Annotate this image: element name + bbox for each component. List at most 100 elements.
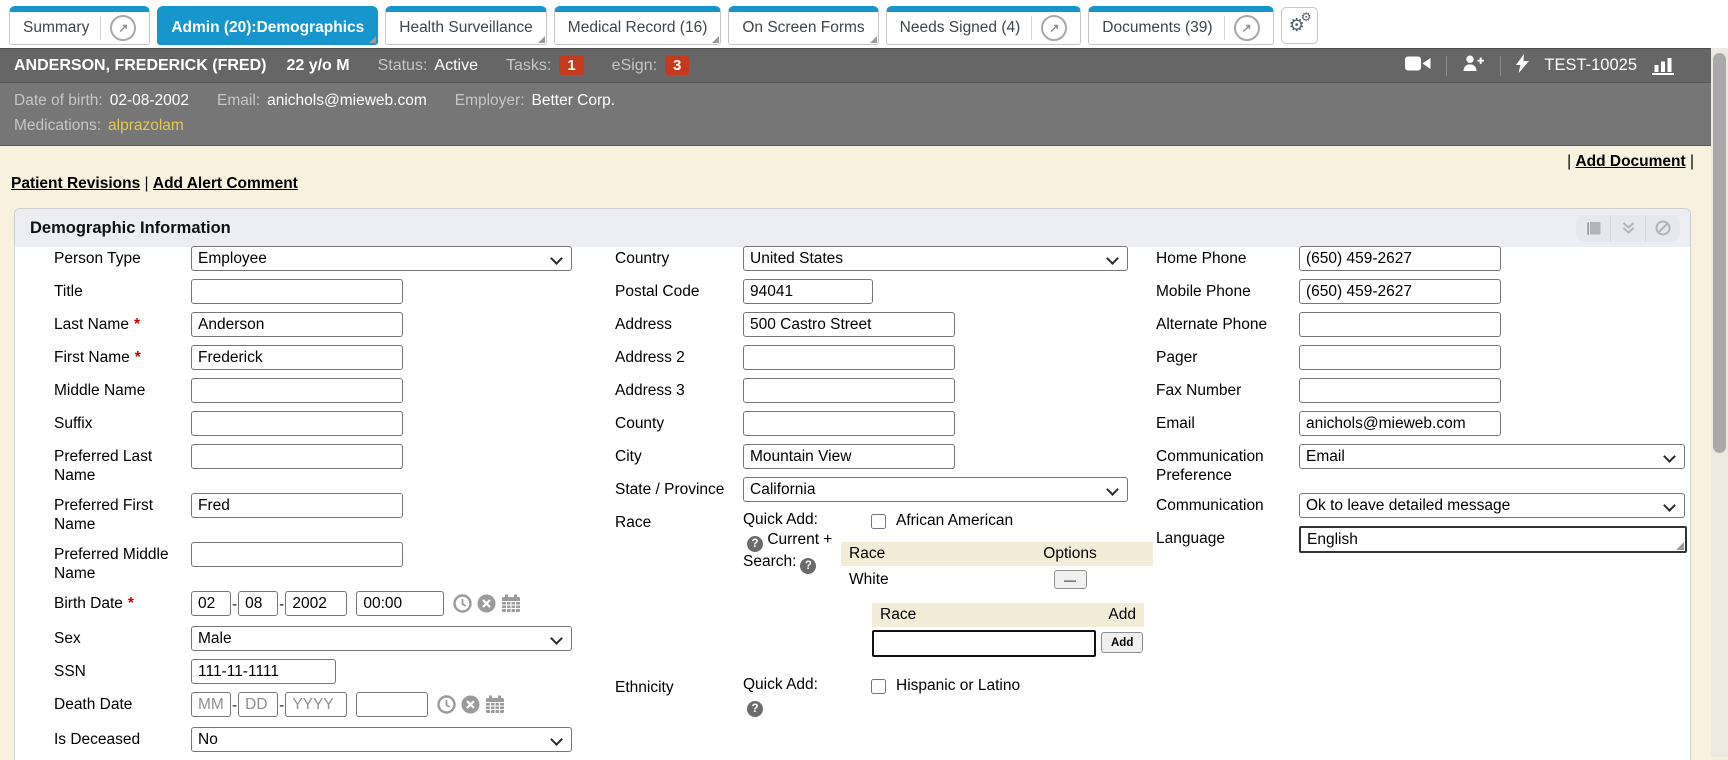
flowsheet-chart-icon[interactable]	[1652, 57, 1674, 75]
esign-count-badge[interactable]: 3	[665, 56, 689, 75]
tab-on-screen-forms[interactable]: On Screen Forms	[728, 6, 878, 45]
state-label: State / Province	[615, 477, 725, 499]
birth-year-input[interactable]	[285, 591, 347, 616]
lightning-icon[interactable]	[1516, 54, 1529, 78]
tab-needs-signed[interactable]: Needs Signed (4)	[886, 6, 1082, 45]
tab-admin-demographics[interactable]: Admin (20):Demographics	[157, 6, 378, 45]
required-asterisk: *	[135, 349, 141, 366]
death-year-input[interactable]	[285, 692, 347, 717]
video-camera-icon[interactable]	[1405, 55, 1431, 77]
sex-select[interactable]: Male	[191, 626, 572, 651]
demographic-information-panel: Demographic Information Person Type Empl…	[14, 208, 1691, 760]
race-table-header: Race Options	[841, 542, 1153, 566]
communication-preference-select[interactable]: Email	[1299, 444, 1685, 469]
email-input[interactable]	[1299, 411, 1501, 436]
first-name-input[interactable]	[191, 345, 403, 370]
add-person-icon[interactable]	[1462, 55, 1485, 77]
last-name-input[interactable]	[191, 312, 403, 337]
tab-health-surveillance[interactable]: Health Surveillance	[385, 6, 547, 45]
title-input[interactable]	[191, 279, 403, 304]
help-icon[interactable]	[747, 701, 763, 717]
tasks-count-badge[interactable]: 1	[559, 56, 583, 75]
mobile-phone-input[interactable]	[1299, 279, 1501, 304]
help-icon[interactable]	[800, 558, 816, 574]
email-row: Email	[1156, 411, 1726, 436]
death-month-input[interactable]	[191, 692, 231, 717]
person-type-select[interactable]: Employee	[191, 246, 572, 271]
race-table-row: White —	[841, 566, 1153, 593]
revision-book-icon[interactable]	[1576, 215, 1610, 242]
tab-documents[interactable]: Documents (39)	[1088, 6, 1273, 45]
vertical-scrollbar[interactable]	[1711, 48, 1728, 757]
death-time-input[interactable]	[356, 692, 428, 717]
add-alert-comment-link[interactable]: Add Alert Comment	[153, 175, 298, 192]
remove-race-button[interactable]: —	[1054, 570, 1087, 589]
communication-preference-label: Communication Preference	[1156, 444, 1272, 485]
ethnicity-quick-checkbox-row: Hispanic or Latino	[871, 675, 1153, 695]
form-column-left: Person Type Employee Title Last Name* Fi…	[54, 246, 599, 760]
middle-name-input[interactable]	[191, 378, 403, 403]
person-type-label: Person Type	[54, 246, 191, 268]
postal-code-input[interactable]	[743, 279, 873, 304]
patient-name: ANDERSON, FREDERICK (FRED)	[14, 57, 266, 75]
popout-icon[interactable]	[1234, 15, 1260, 41]
ethnicity-row: Ethnicity Quick Add: Hispanic or Latino	[615, 675, 1160, 717]
collapse-double-chevron-icon[interactable]	[1610, 215, 1645, 242]
tab-divider	[1224, 16, 1225, 40]
state-select[interactable]: California	[743, 477, 1128, 502]
birth-month-input[interactable]	[191, 591, 231, 616]
address2-input[interactable]	[743, 345, 955, 370]
clear-x-circle-icon[interactable]	[477, 594, 496, 618]
communication-select[interactable]: Ok to leave detailed message	[1299, 493, 1685, 518]
address-input[interactable]	[743, 312, 955, 337]
calendar-icon[interactable]	[485, 695, 505, 719]
form-column-middle: Country United States Postal Code Addres…	[615, 246, 1160, 725]
home-phone-input[interactable]	[1299, 246, 1501, 271]
birth-day-input[interactable]	[238, 591, 278, 616]
alternate-phone-input[interactable]	[1299, 312, 1501, 337]
tab-medical-record[interactable]: Medical Record (16)	[554, 6, 722, 45]
preferred-last-name-input[interactable]	[191, 444, 403, 469]
tab-summary[interactable]: Summary	[9, 6, 150, 45]
tab-bar: Summary Admin (20):Demographics Health S…	[0, 0, 1728, 48]
hispanic-or-latino-checkbox[interactable]	[871, 679, 886, 694]
add-document-link[interactable]: Add Document	[1575, 153, 1685, 170]
race-row: Race Quick Add: Current + Search: Africa…	[615, 510, 1160, 657]
medications-value[interactable]: alprazolam	[108, 113, 184, 138]
pipe: |	[1690, 153, 1694, 170]
ssn-input[interactable]	[191, 659, 336, 684]
clock-icon[interactable]	[453, 594, 472, 618]
popout-icon[interactable]	[1041, 15, 1067, 41]
alternate-phone-row: Alternate Phone	[1156, 312, 1726, 337]
popout-icon[interactable]	[110, 15, 136, 41]
country-select[interactable]: United States	[743, 246, 1128, 271]
clear-x-circle-icon[interactable]	[461, 695, 480, 719]
tab-settings-gears-icon[interactable]	[1281, 7, 1318, 44]
race-add-button[interactable]: Add	[1101, 632, 1143, 653]
preferred-last-name-label: Preferred Last Name	[54, 444, 191, 485]
preferred-first-name-input[interactable]	[191, 493, 403, 518]
language-input[interactable]: English	[1299, 526, 1687, 553]
required-asterisk: *	[128, 595, 134, 612]
preferred-first-name-row: Preferred First Name	[54, 493, 599, 534]
patient-details-bar: Date of birth: 02-08-2002 Email: anichol…	[0, 83, 1728, 146]
african-american-checkbox[interactable]	[871, 514, 886, 529]
calendar-icon[interactable]	[501, 594, 521, 618]
clock-icon[interactable]	[437, 695, 456, 719]
city-input[interactable]	[743, 444, 955, 469]
preferred-middle-name-input[interactable]	[191, 542, 403, 567]
hide-ban-icon[interactable]	[1645, 215, 1680, 242]
birth-time-input[interactable]	[356, 591, 444, 616]
suffix-input[interactable]	[191, 411, 403, 436]
help-icon[interactable]	[747, 536, 763, 552]
pager-input[interactable]	[1299, 345, 1501, 370]
patient-revisions-link[interactable]: Patient Revisions	[11, 175, 140, 192]
county-input[interactable]	[743, 411, 955, 436]
fax-number-input[interactable]	[1299, 378, 1501, 403]
is-deceased-select[interactable]: No	[191, 727, 572, 752]
scrollbar-thumb[interactable]	[1713, 53, 1726, 453]
race-search-input[interactable]	[872, 630, 1096, 657]
death-day-input[interactable]	[238, 692, 278, 717]
tab-divider	[1031, 16, 1032, 40]
address3-input[interactable]	[743, 378, 955, 403]
